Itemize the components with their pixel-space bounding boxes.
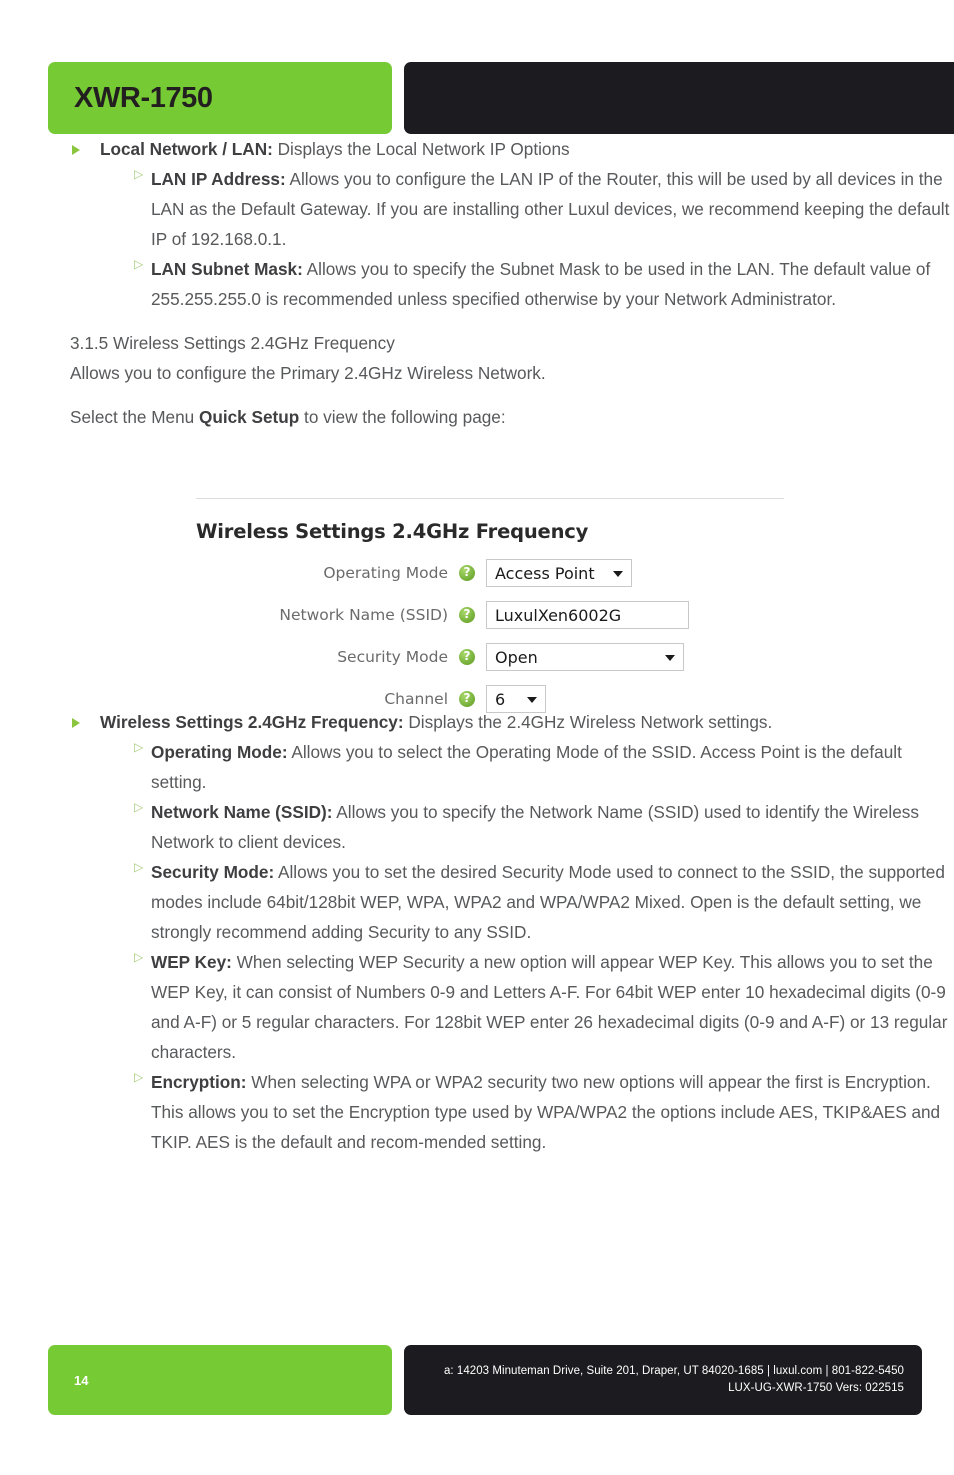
quick-setup-emphasis: Quick Setup [198,407,300,427]
help-question-icon[interactable] [459,648,475,665]
triangle-outline-bullet-icon [129,168,143,185]
list-item: Operating Mode: Allows you to select the… [127,737,954,797]
help-question-icon[interactable] [459,606,475,623]
header-product-badge: XWR-1750 [48,62,392,134]
list-item: WEP Key: When selecting WEP Security a n… [127,947,954,1067]
figure-title: Wireless Settings 2.4GHz Frequency [196,520,589,543]
chevron-down-icon [613,571,623,577]
page-title: XWR-1750 [74,81,213,114]
page-footer: 14 a: 14203 Minuteman Drive, Suite 201, … [0,1345,954,1421]
footer-page-badge: 14 [48,1345,392,1415]
channel-label: Channel [384,690,448,708]
triangle-bullet-icon [72,718,80,728]
help-question-icon[interactable] [459,690,475,707]
form-row-network-name: Network Name (SSID) LuxulXen6002G [196,600,788,630]
sub-bullet-list: Operating Mode: Allows you to select the… [100,737,954,1157]
wireless-settings-form: Operating Mode Access Point Network Name… [196,558,788,714]
list-item-text: When selecting WEP Security a new option… [151,952,948,1062]
security-mode-value: Open [495,647,538,667]
list-item-label: Network Name (SSID): [151,802,333,822]
list-item: Encryption: When selecting WPA or WPA2 s… [127,1067,954,1157]
list-item-label: WEP Key: [151,952,232,972]
list-item: Wireless Settings 2.4GHz Frequency: Disp… [70,707,954,1157]
form-row-security-mode: Security Mode Open [196,642,788,672]
list-item-label: Encryption: [151,1072,247,1092]
security-mode-label: Security Mode [337,648,448,666]
channel-value: 6 [495,689,506,709]
list-item-label: LAN IP Address: [151,169,286,189]
network-name-label: Network Name (SSID) [279,606,448,624]
bullet-list-wireless-settings: Wireless Settings 2.4GHz Frequency: Disp… [0,707,954,1157]
select-menu-pre: Select the Menu [70,407,199,427]
triangle-outline-bullet-icon [129,861,143,878]
section-intro-paragraph: Allows you to configure the Primary 2.4G… [70,363,546,383]
footer-contact-bar: a: 14203 Minuteman Drive, Suite 201, Dra… [404,1345,922,1415]
triangle-outline-bullet-icon [129,1071,143,1088]
help-question-icon[interactable] [459,564,475,581]
network-name-value: LuxulXen6002G [495,605,622,625]
operating-mode-select[interactable]: Access Point [486,559,632,587]
security-mode-select[interactable]: Open [486,643,684,671]
list-item-label: LAN Subnet Mask: [151,259,303,279]
select-menu-paragraph: Select the Menu Quick Setup to view the … [70,402,914,432]
footer-address-line: a: 14203 Minuteman Drive, Suite 201, Dra… [443,1365,904,1377]
list-item: Network Name (SSID): Allows you to speci… [127,797,954,857]
operating-mode-value: Access Point [495,563,595,583]
triangle-outline-bullet-icon [129,801,143,818]
bullet-list-local-network: Local Network / LAN: Displays the Local … [0,134,954,314]
page-number: 14 [74,1372,89,1388]
list-item-text: When selecting WPA or WPA2 security two … [151,1072,941,1152]
list-item: Security Mode: Allows you to set the des… [127,857,954,947]
list-item: LAN IP Address: Allows you to configure … [127,164,954,254]
form-row-channel: Channel 6 [196,684,788,714]
chevron-down-icon [527,697,537,703]
figure-divider [196,498,784,499]
operating-mode-label: Operating Mode [323,564,448,582]
footer-doc-version-line: LUX-UG-XWR-1750 Vers: 022515 [728,1382,904,1394]
triangle-outline-bullet-icon [129,258,143,275]
section-heading: 3.1.5 Wireless Settings 2.4GHz Frequency [70,333,395,353]
form-row-operating-mode: Operating Mode Access Point [196,558,788,588]
select-menu-post: to view the following page: [299,407,506,427]
network-name-input[interactable]: LuxulXen6002G [486,601,689,629]
list-item: LAN Subnet Mask: Allows you to specify t… [127,254,954,314]
triangle-outline-bullet-icon [129,951,143,968]
list-item-label: Local Network / LAN: [100,139,273,159]
header-dark-bar [404,62,954,134]
channel-select[interactable]: 6 [486,685,546,713]
list-item-text: Displays the Local Network IP Options [272,139,570,159]
triangle-outline-bullet-icon [129,741,143,758]
list-item-label: Operating Mode: [151,742,288,762]
chevron-down-icon [665,655,675,661]
list-item-label: Security Mode: [151,862,275,882]
triangle-bullet-icon [72,145,80,155]
sub-bullet-list: LAN IP Address: Allows you to configure … [100,164,954,314]
page-header: XWR-1750 [0,62,954,134]
list-item: Local Network / LAN: Displays the Local … [70,134,954,314]
embedded-screenshot-figure: Wireless Settings 2.4GHz Frequency Opera… [196,498,788,726]
